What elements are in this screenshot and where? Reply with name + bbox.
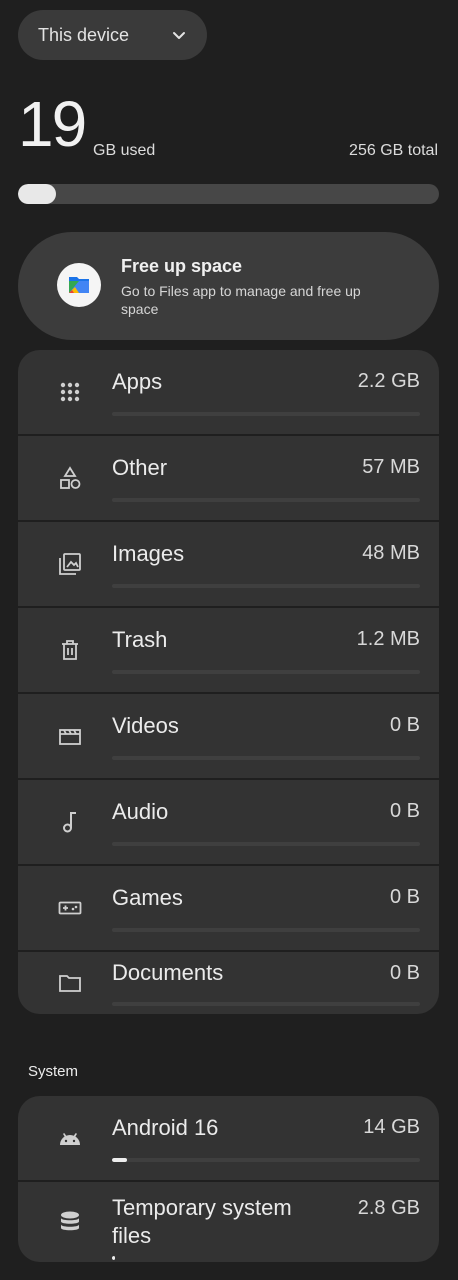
system-usage-bar [112,1158,420,1162]
shapes-icon [60,466,81,489]
category-usage-bar [112,1002,420,1006]
category-size: 0 B [389,886,420,908]
category-name: Videos [112,713,179,738]
system-usage-bar [112,1256,420,1260]
images-icon [59,553,81,575]
storage-used-unit: GB used [93,142,156,159]
category-usage-bar [112,498,420,502]
system-item-name: Android 16 [112,1115,219,1140]
category-name: Documents [112,960,224,985]
category-size: 57 MB [362,456,420,478]
system-usage-fill [112,1158,128,1162]
apps-grid-icon [60,382,80,402]
storage-used-value: 19 [18,88,87,160]
trash-icon [62,640,78,660]
category-usage-bar [112,412,420,416]
category-row-audio[interactable]: Audio 0 B [18,780,439,864]
system-row-temp-files[interactable]: Temporary system files 2.8 GB [18,1182,439,1262]
system-item-size: 2.8 GB [357,1197,420,1219]
folder-icon [59,975,81,992]
category-name: Other [112,455,168,480]
category-row-trash[interactable]: Trash 1.2 MB [18,608,439,692]
category-name: Images [112,541,185,566]
android-icon [60,1133,80,1145]
category-size: 1.2 MB [356,628,420,650]
category-size: 0 B [389,962,420,984]
category-name: Trash [112,627,168,652]
storage-total: 256 GB total [349,142,438,159]
category-name: Audio [112,799,169,824]
category-list: Apps 2.2 GB Other 57 MB Images 48 MB Tra… [18,350,439,1016]
music-note-icon [63,812,76,833]
category-size: 0 B [389,714,420,736]
storage-usage-fill [18,184,56,204]
system-usage-fill [112,1256,116,1260]
system-section-label: System [28,1063,79,1080]
system-item-name: Temporary system files [112,1195,292,1248]
category-usage-bar [112,756,420,760]
category-usage-bar [112,842,420,846]
category-usage-bar [112,670,420,674]
category-row-games[interactable]: Games 0 B [18,866,439,950]
category-size: 48 MB [362,542,420,564]
system-list: Android 16 14 GB Temporary system files … [18,1096,439,1264]
files-app-icon [57,263,101,307]
category-row-images[interactable]: Images 48 MB [18,522,439,606]
category-row-videos[interactable]: Videos 0 B [18,694,439,778]
category-name: Apps [112,369,163,394]
free-up-space-subtitle: Go to Files app to manage and free up sp… [121,283,361,317]
system-row-android[interactable]: Android 16 14 GB [18,1096,439,1180]
device-selector-label: This device [38,24,130,45]
device-selector[interactable]: This device [18,10,207,60]
storage-usage-bar [18,184,439,204]
category-usage-bar [112,584,420,588]
system-item-size: 14 GB [363,1116,420,1138]
database-icon [61,1211,79,1231]
category-usage-bar [112,928,420,932]
free-up-space-title: Free up space [121,256,243,276]
category-row-documents[interactable]: Documents 0 B [18,952,439,1014]
category-row-other[interactable]: Other 57 MB [18,436,439,520]
movie-icon [59,729,81,745]
free-up-space-card[interactable]: Free up space Go to Files app to manage … [18,232,439,340]
category-row-apps[interactable]: Apps 2.2 GB [18,350,439,434]
category-size: 0 B [389,800,420,822]
chevron-down-icon [173,32,185,39]
category-name: Games [112,885,183,910]
gamepad-icon [58,901,82,915]
category-size: 2.2 GB [357,370,420,392]
